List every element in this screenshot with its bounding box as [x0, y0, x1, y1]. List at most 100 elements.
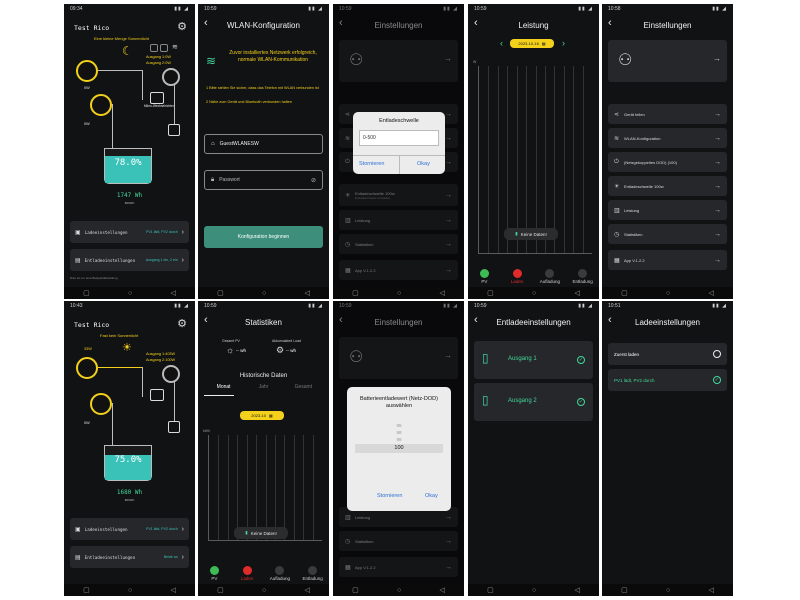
output-1-option[interactable]: ▯ Ausgang 1 ✓ — [474, 341, 593, 379]
charge-first-option[interactable]: Zuerst laden — [608, 343, 727, 365]
date-picker[interactable]: 2023-10-16 ▦ — [510, 39, 554, 48]
recent-apps-icon[interactable]: ▢ — [487, 586, 494, 594]
pv-panel-2-icon — [90, 393, 112, 415]
tab-gesamt[interactable]: Gesamt — [284, 384, 323, 394]
output-2-option[interactable]: ▯ Ausgang 2 ✓ — [474, 383, 593, 421]
tab-jahr[interactable]: Jahr — [244, 384, 283, 394]
dod-option[interactable]: 98 — [355, 430, 443, 435]
settings-gear-icon[interactable]: ⚙ — [177, 317, 187, 330]
home-icon[interactable]: ○ — [666, 290, 670, 297]
tab-aufladung[interactable]: Aufladung — [537, 268, 563, 284]
dod-option[interactable]: 99 — [355, 437, 443, 442]
wifi-icon: ≋ — [614, 135, 620, 142]
home-icon[interactable]: ○ — [397, 587, 401, 594]
dod-option[interactable]: 100 — [355, 444, 443, 453]
start-config-button[interactable]: Konfiguration beginnen — [204, 226, 323, 248]
date-picker[interactable]: 2023-10 ▦ — [240, 411, 284, 420]
back-icon[interactable]: ◁ — [439, 289, 444, 297]
dod-option[interactable]: 95 — [355, 423, 443, 428]
settings-row[interactable]: ≋ WLAN-Konfiguration → — [608, 128, 727, 148]
chevron-right-icon: › — [181, 553, 184, 561]
tab-aufladung[interactable]: Aufladung — [267, 565, 293, 581]
home-icon[interactable]: ○ — [532, 290, 536, 297]
settings-row[interactable]: ⏻ (Netzgekoppeltes DOD) (100) → — [608, 152, 727, 172]
tab-laden[interactable]: Laden — [504, 268, 530, 284]
recent-apps-icon[interactable]: ▢ — [217, 586, 224, 594]
back-arrow-icon[interactable]: ‹ — [474, 17, 478, 29]
password-field[interactable]: 🔒︎ Passwort ⊘ — [204, 170, 323, 190]
charge-settings-button[interactable]: ▣ Ladeeinstellungen PV1 lädt, PV2 durch … — [70, 518, 189, 540]
cancel-button[interactable]: Stornieren — [377, 493, 402, 499]
ok-button[interactable]: Okay — [417, 161, 430, 167]
back-icon[interactable]: ◁ — [574, 289, 579, 297]
user-settings-tile[interactable]: ⚇ → — [608, 40, 727, 82]
tab-entladung[interactable]: Entladung — [300, 565, 326, 581]
recent-apps-icon[interactable]: ▢ — [352, 586, 359, 594]
back-arrow-icon[interactable]: ‹ — [608, 314, 612, 326]
gridline — [256, 435, 258, 540]
pv-panel-2-icon — [90, 94, 112, 116]
ok-button[interactable]: Okay — [425, 493, 438, 499]
dod-picker[interactable]: 95 98 99 100 — [355, 423, 443, 457]
back-icon[interactable]: ◁ — [574, 586, 579, 594]
home-icon[interactable]: ○ — [666, 587, 670, 594]
screen-wlan-config: 10:59 ▮▮ ◢ ‹ WLAN-Konfiguration ≋ Zuvor in… — [198, 4, 329, 299]
recent-apps-icon[interactable]: ▢ — [487, 289, 494, 297]
header: ‹ Einstellungen — [602, 16, 733, 34]
discharge-settings-button[interactable]: ▤ Entladeeinstellungen Beide an › — [70, 546, 189, 568]
chart-icon: ▥ — [614, 207, 620, 214]
back-icon[interactable]: ◁ — [708, 586, 713, 594]
back-icon[interactable]: ◁ — [304, 289, 309, 297]
back-icon[interactable]: ◁ — [439, 586, 444, 594]
back-arrow-icon[interactable]: ‹ — [474, 314, 478, 326]
home-icon[interactable]: ○ — [128, 587, 132, 594]
prev-day-icon[interactable]: ‹ — [500, 38, 503, 48]
output-plug-icon — [162, 68, 180, 86]
threshold-input[interactable]: 0-500 — [359, 130, 439, 146]
recent-apps-icon[interactable]: ▢ — [621, 586, 628, 594]
recent-apps-icon[interactable]: ▢ — [83, 586, 90, 594]
recent-apps-icon[interactable]: ▢ — [83, 289, 90, 297]
tab-laden[interactable]: Laden — [234, 565, 260, 581]
status-toggle[interactable] — [150, 44, 158, 52]
tab-pv[interactable]: PV — [201, 565, 227, 581]
battery-icon: 78.0% — [104, 148, 152, 184]
pv1-charges-option[interactable]: PV1 lädt, PV2 durch ✓ — [608, 369, 727, 391]
settings-row[interactable]: ⋖ Gerät teilen → — [608, 104, 727, 124]
charge-settings-button[interactable]: ▣ Ladeeinstellungen PV1 lädt, PV2 durch … — [70, 221, 189, 243]
settings-row[interactable]: ◷ Statistiken → — [608, 224, 727, 244]
settings-row[interactable]: ☀ Entladeschwelle 100w → — [608, 176, 727, 196]
back-icon[interactable]: ◁ — [708, 289, 713, 297]
recent-apps-icon[interactable]: ▢ — [217, 289, 224, 297]
eye-off-icon[interactable]: ⊘ — [311, 177, 316, 184]
back-arrow-icon[interactable]: ‹ — [204, 17, 208, 29]
home-icon[interactable]: ○ — [532, 587, 536, 594]
output-1-icon: ▯ — [482, 351, 489, 365]
back-arrow-icon[interactable]: ‹ — [204, 314, 208, 326]
pv-total-label: Gesamt PV — [222, 339, 240, 343]
settings-row[interactable]: ▦ App V.1.2.2 → — [608, 250, 727, 270]
recent-apps-icon[interactable]: ▢ — [621, 289, 628, 297]
tab-pv[interactable]: PV — [471, 268, 497, 284]
cancel-button[interactable]: Stornieren — [359, 161, 384, 167]
pv-total-icon: ☼ — [226, 345, 235, 355]
back-icon[interactable]: ◁ — [170, 586, 175, 594]
discharge-settings-button[interactable]: ▤ Entladeeinstellungen Ausgang 1 ein, 2 … — [70, 249, 189, 271]
output-plug-icon — [162, 365, 180, 383]
settings-gear-icon[interactable]: ⚙ — [177, 20, 187, 33]
status-toggle[interactable] — [160, 44, 168, 52]
back-icon[interactable]: ◁ — [170, 289, 175, 297]
back-arrow-icon[interactable]: ‹ — [608, 17, 612, 29]
tab-entladung[interactable]: Entladung — [570, 268, 596, 284]
settings-row[interactable]: ▥ Leistung → — [608, 200, 727, 220]
home-icon[interactable]: ○ — [262, 290, 266, 297]
recent-apps-icon[interactable]: ▢ — [352, 289, 359, 297]
home-icon[interactable]: ○ — [128, 290, 132, 297]
tab-monat[interactable]: Monat — [204, 384, 243, 394]
back-icon[interactable]: ◁ — [304, 586, 309, 594]
ssid-field[interactable]: ⌂ GuestWLANESW — [204, 134, 323, 154]
next-day-icon[interactable]: › — [562, 38, 565, 48]
home-icon[interactable]: ○ — [262, 587, 266, 594]
home-icon[interactable]: ○ — [397, 290, 401, 297]
battery-percent: 78.0% — [114, 158, 142, 168]
